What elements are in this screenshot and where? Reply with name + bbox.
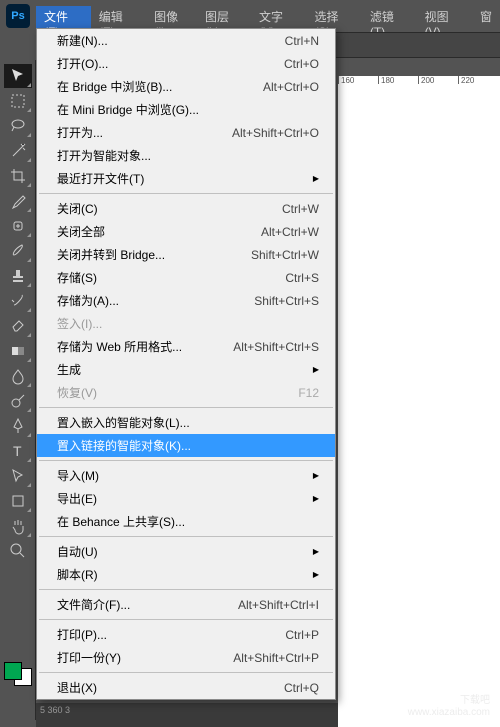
blur-tool[interactable]	[4, 364, 32, 388]
menu-entry[interactable]: 文件简介(F)...Alt+Shift+Ctrl+I	[37, 593, 335, 616]
menu-entry[interactable]: 打开为...Alt+Shift+Ctrl+O	[37, 121, 335, 144]
marquee-tool[interactable]	[4, 89, 32, 113]
menu-entry[interactable]: 存储(S)Ctrl+S	[37, 266, 335, 289]
menu-entry: 恢复(V)F12	[37, 381, 335, 404]
status-strip: 5 360 3	[36, 703, 338, 727]
menu-entry[interactable]: 导出(E)▶	[37, 487, 335, 510]
menu-item[interactable]: 编辑(E)	[91, 6, 146, 28]
menu-entry: 签入(I)...	[37, 312, 335, 335]
menu-entry[interactable]: 置入嵌入的智能对象(L)...	[37, 411, 335, 434]
menu-item[interactable]: 滤镜(T)	[362, 6, 417, 28]
submenu-arrow-icon: ▶	[313, 494, 319, 503]
pen-tool[interactable]	[4, 414, 32, 438]
healing-tool[interactable]	[4, 214, 32, 238]
menu-separator	[39, 460, 333, 461]
menu-entry[interactable]: 打开(O)...Ctrl+O	[37, 52, 335, 75]
wand-tool[interactable]	[4, 139, 32, 163]
zoom-tool[interactable]	[4, 539, 32, 563]
text-tool[interactable]: T	[4, 439, 32, 463]
lasso-tool[interactable]	[4, 114, 32, 138]
menu-entry[interactable]: 在 Mini Bridge 中浏览(G)...	[37, 98, 335, 121]
shape-tool[interactable]	[4, 489, 32, 513]
file-menu-dropdown: 新建(N)...Ctrl+N打开(O)...Ctrl+O在 Bridge 中浏览…	[36, 28, 336, 700]
stamp-tool[interactable]	[4, 264, 32, 288]
menu-entry[interactable]: 关闭全部Alt+Ctrl+W	[37, 220, 335, 243]
menu-entry[interactable]: 存储为 Web 所用格式...Alt+Shift+Ctrl+S	[37, 335, 335, 358]
menu-entry[interactable]: 退出(X)Ctrl+Q	[37, 676, 335, 699]
menu-entry[interactable]: 打开为智能对象...	[37, 144, 335, 167]
menu-entry[interactable]: 脚本(R)▶	[37, 563, 335, 586]
move-tool[interactable]	[4, 64, 32, 88]
menu-entry[interactable]: 打印一份(Y)Alt+Shift+Ctrl+P	[37, 646, 335, 669]
svg-text:T: T	[13, 443, 22, 459]
menu-entry[interactable]: 最近打开文件(T)▶	[37, 167, 335, 190]
menu-entry[interactable]: 在 Behance 上共享(S)...	[37, 510, 335, 533]
menu-separator	[39, 672, 333, 673]
menu-item[interactable]: 选择(S)	[306, 6, 361, 28]
foreground-swatch[interactable]	[4, 662, 22, 680]
menu-item[interactable]: 视图(V)	[417, 6, 472, 28]
menu-separator	[39, 407, 333, 408]
menu-entry[interactable]: 关闭并转到 Bridge...Shift+Ctrl+W	[37, 243, 335, 266]
menu-entry[interactable]: 导入(M)▶	[37, 464, 335, 487]
submenu-arrow-icon: ▶	[313, 471, 319, 480]
eyedropper-tool[interactable]	[4, 189, 32, 213]
menu-entry[interactable]: 生成▶	[37, 358, 335, 381]
menu-item[interactable]: 文字(Y)	[251, 6, 306, 28]
submenu-arrow-icon: ▶	[313, 570, 319, 579]
menu-entry[interactable]: 自动(U)▶	[37, 540, 335, 563]
menu-separator	[39, 589, 333, 590]
menu-separator	[39, 619, 333, 620]
brush-tool[interactable]	[4, 239, 32, 263]
hand-tool[interactable]	[4, 514, 32, 538]
menu-entry[interactable]: 新建(N)...Ctrl+N	[37, 29, 335, 52]
submenu-arrow-icon: ▶	[313, 365, 319, 374]
menubar: 文件(F)编辑(E)图像(I)图层(L)文字(Y)选择(S)滤镜(T)视图(V)…	[36, 6, 500, 28]
gradient-tool[interactable]	[4, 339, 32, 363]
menu-item[interactable]: 窗	[472, 6, 500, 28]
menu-entry[interactable]: 打印(P)...Ctrl+P	[37, 623, 335, 646]
app-icon: Ps	[6, 4, 30, 28]
menu-entry[interactable]: 置入链接的智能对象(K)...	[37, 434, 335, 457]
left-toolbar: T	[0, 60, 36, 720]
menu-item[interactable]: 文件(F)	[36, 6, 91, 28]
menu-separator	[39, 536, 333, 537]
crop-tool[interactable]	[4, 164, 32, 188]
watermark: 下载吧 www.xiazaiba.com	[408, 695, 490, 719]
canvas-area[interactable]: 下载吧 www.xiazaiba.com	[338, 92, 500, 727]
menu-item[interactable]: 图像(I)	[146, 6, 197, 28]
submenu-arrow-icon: ▶	[313, 547, 319, 556]
menu-entry[interactable]: 关闭(C)Ctrl+W	[37, 197, 335, 220]
eraser-tool[interactable]	[4, 314, 32, 338]
menu-entry[interactable]: 存储为(A)...Shift+Ctrl+S	[37, 289, 335, 312]
menu-item[interactable]: 图层(L)	[197, 6, 251, 28]
submenu-arrow-icon: ▶	[313, 174, 319, 183]
menu-separator	[39, 193, 333, 194]
ruler-horizontal: 160180200220	[338, 76, 500, 92]
path-select-tool[interactable]	[4, 464, 32, 488]
menu-entry[interactable]: 在 Bridge 中浏览(B)...Alt+Ctrl+O	[37, 75, 335, 98]
history-brush-tool[interactable]	[4, 289, 32, 313]
dodge-tool[interactable]	[4, 389, 32, 413]
